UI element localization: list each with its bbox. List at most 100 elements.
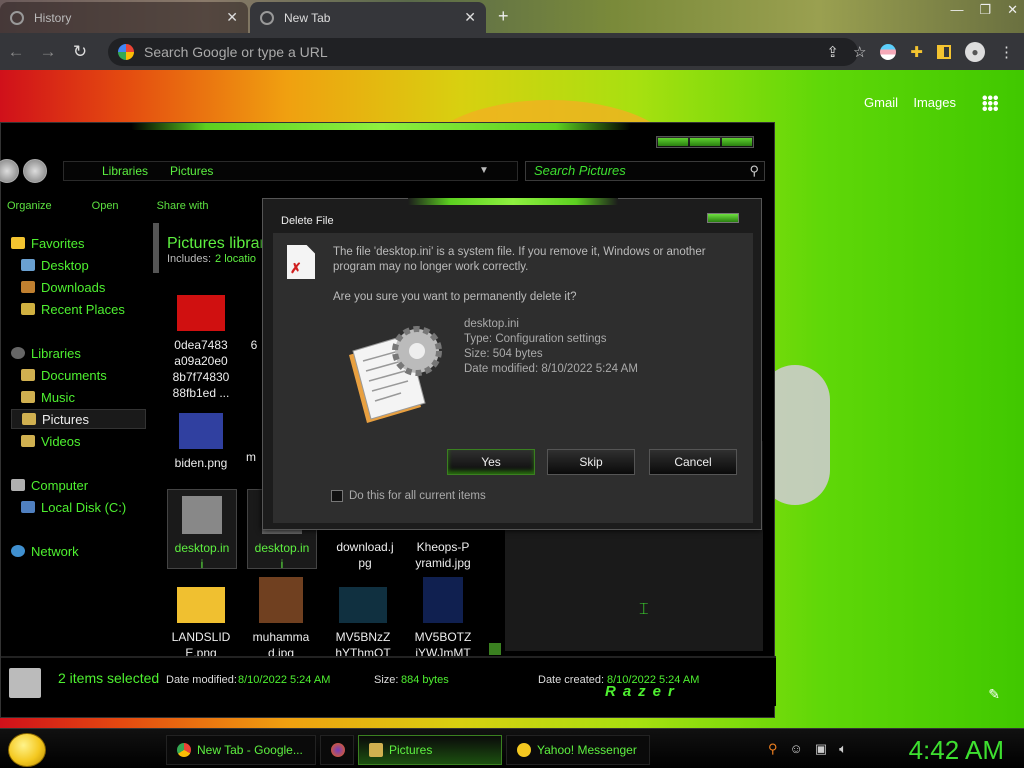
close-icon[interactable]: ✕ [464,9,476,26]
clock[interactable]: 4:42 AM [909,735,1004,766]
back-icon[interactable] [0,159,19,183]
locations-link[interactable]: 2 locatio [215,253,256,265]
side-panel-icon[interactable] [937,45,951,59]
dialog-title: Delete File [281,215,334,227]
nav-label: Computer [31,477,89,493]
forward-icon[interactable]: → [32,42,64,62]
dropdown-arrow-icon[interactable]: ▼ [479,165,489,176]
network-icon[interactable]: ▣ [815,741,827,757]
search-input[interactable]: Search Pictures ⚲ [525,161,765,181]
share-icon[interactable]: ⇪ [826,43,839,61]
browser-tab-strip: History ✕ New Tab ✕ + — ❐ ✕ [0,0,1024,33]
skip-button[interactable]: Skip [547,449,635,475]
file-name: 0dea7483 a09a20e0 8b7f74830 88fb1ed ... [172,338,230,400]
omnibox[interactable]: Search Google or type a URL [108,38,858,66]
file-size: Size: 504 bytes [464,348,543,360]
profile-avatar[interactable]: ● [965,42,985,62]
selection-count: 2 items selected [58,670,160,686]
toolbar-actions: ⇪ ☆ ✚ ● ⋮ [826,42,1014,62]
close-window-icon[interactable] [722,138,752,146]
tab-label: History [34,10,72,25]
nav-label: Recent Places [41,301,125,317]
window-controls: — ❐ ✕ [950,2,1018,18]
organize-button[interactable]: Organize [7,200,52,212]
search-icon[interactable]: ⚲ [768,741,778,757]
nav-network[interactable]: Network [11,541,146,561]
disk-icon [21,501,35,513]
close-window-icon[interactable]: ✕ [1007,2,1018,18]
nav-recent-places[interactable]: Recent Places [21,299,156,319]
file-item[interactable]: biden.png [161,413,241,471]
razer-logo: Razer [605,683,681,700]
extension-flag-icon[interactable] [880,44,897,60]
images-link[interactable]: Images [913,95,956,110]
checkbox[interactable] [331,490,343,502]
start-button[interactable] [8,733,46,767]
customize-pencil-icon[interactable]: ✎ [988,686,1000,703]
size-value: 884 bytes [401,674,449,686]
file-item-selected[interactable]: desktop.in i [167,489,237,571]
open-button[interactable]: Open [92,200,119,212]
nav-pictures[interactable]: Pictures [11,409,146,429]
file-item[interactable]: LANDSLID E.png [161,587,241,661]
library-title: Pictures librar [167,235,265,252]
dialog-close-button[interactable] [707,213,739,223]
messenger-tray-icon[interactable]: ☺ [790,741,803,757]
apps-grid-icon[interactable] [982,95,998,111]
minimize-icon[interactable] [658,138,688,146]
new-tab-button[interactable]: + [498,6,509,27]
menu-dots-icon[interactable]: ⋮ [999,43,1014,61]
volume-icon[interactable]: 🔈︎ [839,741,847,757]
back-icon[interactable]: ← [0,42,32,62]
nav-videos[interactable]: Videos [21,431,156,451]
nav-local-disk[interactable]: Local Disk (C:) [21,497,156,517]
file-item[interactable]: 0dea7483 a09a20e0 8b7f74830 88fb1ed ... [161,295,241,401]
scrollbar-arrow[interactable] [489,643,501,655]
extensions-puzzle-icon[interactable]: ✚ [910,43,923,61]
maximize-icon[interactable]: ❐ [979,2,991,18]
image-thumbnail [423,577,463,623]
tab-new-tab[interactable]: New Tab ✕ [250,2,486,33]
gmail-link[interactable]: Gmail [864,95,898,110]
nav-desktop[interactable]: Desktop [21,255,156,275]
nav-computer[interactable]: Computer [11,475,146,495]
tab-history[interactable]: History ✕ [0,2,248,33]
nav-libraries[interactable]: Libraries [11,343,146,363]
breadcrumb-pictures[interactable]: Pictures [170,164,213,178]
taskbar-pictures[interactable]: Pictures [358,735,502,765]
maximize-icon[interactable] [690,138,720,146]
forward-icon[interactable] [23,159,47,183]
yes-button[interactable]: Yes [447,449,535,475]
nav-favorites[interactable]: Favorites [11,233,146,253]
taskbar-label: Pictures [389,743,433,757]
breadcrumb-libraries[interactable]: Libraries [102,164,148,178]
file-item[interactable]: MV5BOTZ jYWJmMT [403,577,483,661]
nav-music[interactable]: Music [21,387,156,407]
file-name: desktop.in i [174,541,230,571]
taskbar-chrome[interactable]: New Tab - Google... [166,735,316,765]
desktop-icon [21,259,35,271]
libraries-icon [11,347,25,359]
bookmark-star-icon[interactable]: ☆ [853,43,866,61]
folder-icon [369,743,383,757]
minimize-icon[interactable]: — [950,2,963,18]
file-item[interactable]: m [241,449,261,465]
downloads-icon [21,281,35,293]
file-item[interactable]: muhamma d.jpg [241,577,321,661]
nav-downloads[interactable]: Downloads [21,277,156,297]
cancel-button[interactable]: Cancel [649,449,737,475]
date-modified-label: Date modified: [166,674,237,686]
taskbar-yahoo-messenger[interactable]: Yahoo! Messenger [506,735,650,765]
address-bar[interactable]: Libraries Pictures [63,161,518,181]
yahoo-messenger-icon [517,743,531,757]
file-item[interactable]: MV5BNzZ hYThmOT [323,587,403,661]
file-type: Type: Configuration settings [464,333,607,345]
apply-all-checkbox[interactable]: Do this for all current items [331,490,486,502]
search-icon[interactable]: ⚲ [749,162,759,180]
share-with-button[interactable]: Share with [157,200,209,212]
taskbar-firefox[interactable] [320,735,354,765]
window-glow [131,123,631,130]
nav-documents[interactable]: Documents [21,365,156,385]
close-icon[interactable]: ✕ [226,9,238,26]
reload-icon[interactable]: ↻ [64,42,96,62]
